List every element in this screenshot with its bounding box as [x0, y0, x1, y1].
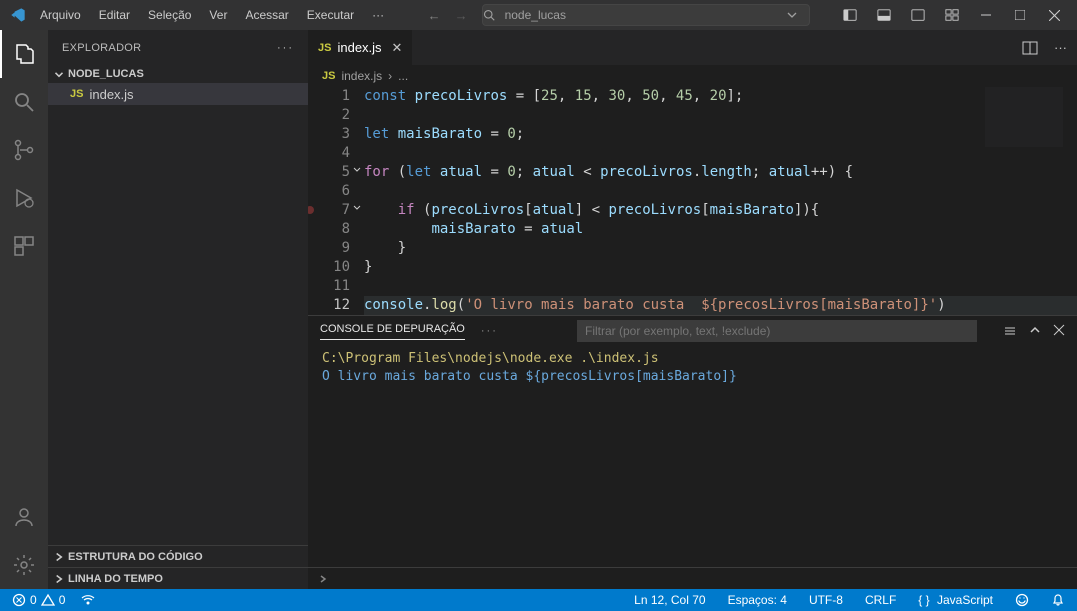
split-editor-icon[interactable]: [1022, 40, 1038, 56]
outline-section[interactable]: ESTRUTURA DO CÓDIGO: [48, 545, 308, 567]
chevron-right-icon: ›: [388, 69, 392, 83]
fold-icon[interactable]: [352, 203, 362, 213]
run-debug-icon[interactable]: [0, 174, 48, 222]
source-control-icon[interactable]: [0, 126, 48, 174]
panel-settings-icon[interactable]: [1003, 324, 1017, 338]
close-tab-icon[interactable]: ✕: [392, 40, 403, 56]
explorer-sidebar: EXPLORADOR ··· NODE_LUCAS JS index.js ES…: [48, 30, 308, 589]
menu-executar[interactable]: Executar: [299, 4, 362, 26]
editor-group: JS index.js ✕ ··· JS index.js › ... 1234…: [308, 30, 1077, 589]
fold-icon[interactable]: [352, 165, 362, 175]
panel-collapse-icon[interactable]: [1029, 324, 1041, 338]
status-radio-icon[interactable]: [77, 593, 99, 607]
breakpoint-icon[interactable]: [308, 206, 314, 214]
nav-back-icon[interactable]: ←: [428, 8, 441, 23]
activity-bar: [0, 30, 48, 589]
account-icon[interactable]: [0, 493, 48, 541]
window-close-icon[interactable]: [1037, 0, 1071, 30]
code-content[interactable]: const precoLivros = [25, 15, 30, 50, 45,…: [364, 87, 1077, 315]
nav-forward-icon[interactable]: →: [455, 8, 468, 23]
js-file-icon: JS: [70, 88, 83, 100]
vscode-logo-icon: [6, 3, 30, 27]
layout-panel-icon[interactable]: [867, 0, 901, 30]
menu-acessar[interactable]: Acessar: [237, 4, 296, 26]
status-language[interactable]: { } JavaScript: [914, 593, 997, 607]
panel-close-icon[interactable]: [1053, 324, 1065, 338]
search-icon[interactable]: [0, 78, 48, 126]
file-index-js[interactable]: JS index.js: [48, 83, 308, 105]
menu-editar[interactable]: Editar: [91, 4, 138, 26]
search-text: node_lucas: [505, 8, 566, 22]
status-encoding[interactable]: UTF-8: [805, 593, 847, 607]
titlebar: Arquivo Editar Seleção Ver Acessar Execu…: [0, 0, 1077, 30]
js-file-icon: JS: [322, 70, 335, 82]
status-indentation[interactable]: Espaços: 4: [724, 593, 791, 607]
layout-customize-icon[interactable]: [935, 0, 969, 30]
menu-ver[interactable]: Ver: [201, 4, 235, 26]
chevron-down-icon: [787, 10, 801, 20]
code-editor[interactable]: 1234 5 6 7 891011 12 const precoLivros =…: [308, 87, 1077, 315]
debug-filter-input[interactable]: [577, 320, 977, 342]
debug-console-output[interactable]: C:\Program Files\nodejs\node.exe .\index…: [308, 346, 1077, 567]
breadcrumb[interactable]: JS index.js › ...: [308, 65, 1077, 87]
layout-sidebar-right-icon[interactable]: [901, 0, 935, 30]
project-folder[interactable]: NODE_LUCAS: [48, 65, 308, 83]
window-minimize-icon[interactable]: [969, 0, 1003, 30]
status-eol[interactable]: CRLF: [861, 593, 900, 607]
status-bell-icon[interactable]: [1047, 593, 1069, 607]
explorer-icon[interactable]: [0, 30, 48, 78]
panel-more-icon[interactable]: ···: [481, 325, 498, 337]
timeline-section[interactable]: LINHA DO TEMPO: [48, 567, 308, 589]
explorer-more-icon[interactable]: ···: [277, 42, 294, 54]
minimap[interactable]: [985, 87, 1063, 147]
menu-selecao[interactable]: Seleção: [140, 4, 199, 26]
extensions-icon[interactable]: [0, 222, 48, 270]
editor-tabs: JS index.js ✕ ···: [308, 30, 1077, 65]
tab-index-js[interactable]: JS index.js ✕: [308, 30, 413, 65]
js-file-icon: JS: [318, 42, 331, 54]
menu-overflow-icon[interactable]: ···: [364, 4, 392, 26]
menu-arquivo[interactable]: Arquivo: [32, 4, 89, 26]
line-gutter: 1234 5 6 7 891011 12: [308, 87, 364, 315]
debug-console-panel: CONSOLE DE DEPURAÇÃO ··· C:\Program File…: [308, 315, 1077, 589]
status-bar: 0 0 Ln 12, Col 70 Espaços: 4 UTF-8 CRLF …: [0, 589, 1077, 611]
status-feedback-icon[interactable]: [1011, 593, 1033, 607]
panel-tab-debug-console[interactable]: CONSOLE DE DEPURAÇÃO: [320, 323, 465, 340]
editor-more-icon[interactable]: ···: [1054, 40, 1067, 55]
explorer-header: EXPLORADOR ···: [48, 30, 308, 65]
command-center[interactable]: node_lucas: [482, 4, 810, 26]
debug-input-bar[interactable]: [308, 567, 1077, 589]
layout-sidebar-left-icon[interactable]: [833, 0, 867, 30]
status-errors[interactable]: 0 0: [8, 593, 69, 607]
status-cursor-pos[interactable]: Ln 12, Col 70: [630, 593, 709, 607]
settings-icon[interactable]: [0, 541, 48, 589]
window-maximize-icon[interactable]: [1003, 0, 1037, 30]
